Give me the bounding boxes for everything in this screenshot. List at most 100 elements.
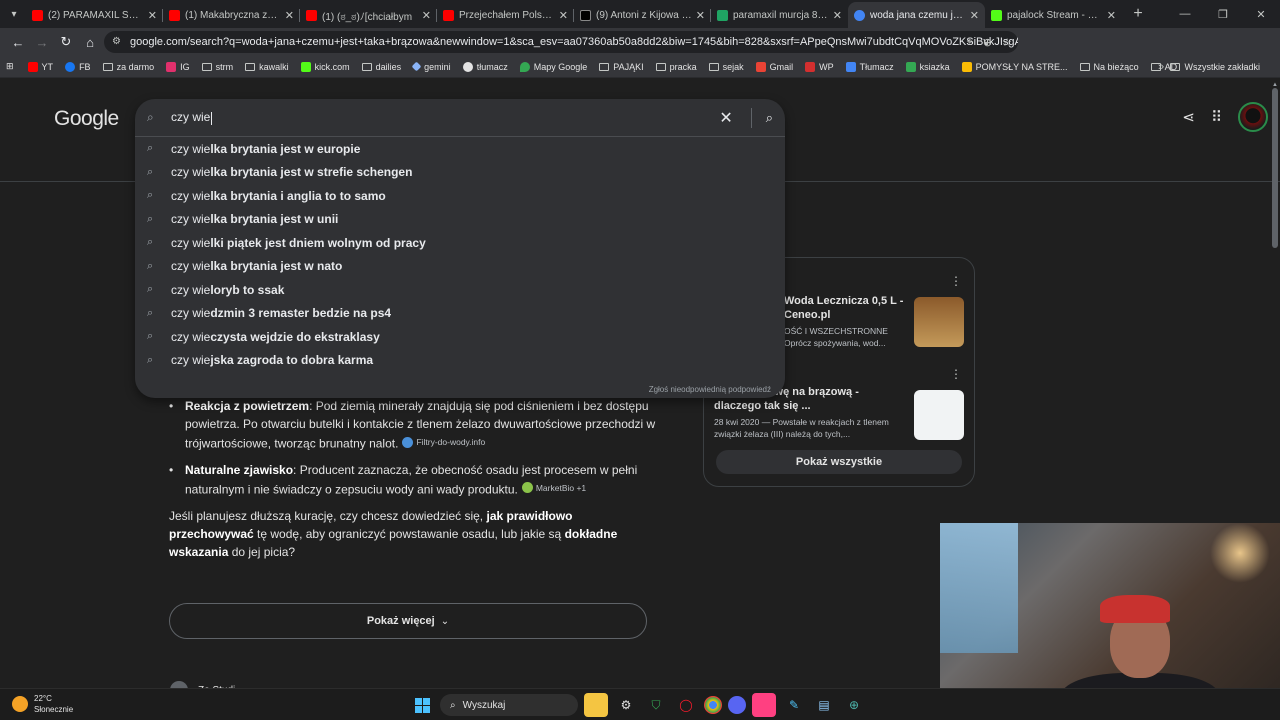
close-tab-icon[interactable]: ✕ — [696, 9, 705, 22]
suggestion-item[interactable]: ⌕ czy wie lka brytania jest w unii — [135, 208, 785, 232]
bookmark-ksiazka[interactable]: ksiazka — [905, 61, 950, 72]
tab-search-icon[interactable]: ▾ — [6, 6, 22, 22]
bookmarks-apps-icon[interactable]: ⊞ — [6, 61, 14, 72]
app-icon[interactable]: ⚙ — [614, 693, 638, 717]
bookmark-star-icon[interactable]: ☆ — [1002, 36, 1012, 49]
location-icon[interactable]: ⌖ — [967, 36, 973, 49]
tab-7-active[interactable]: woda jana czemu jest taka ✕ — [848, 2, 985, 28]
search-submit-icon[interactable]: ⌕ — [766, 110, 773, 126]
more-options-icon[interactable]: ⋮ — [950, 367, 962, 381]
chrome-icon[interactable] — [704, 696, 722, 714]
suggestion-item[interactable]: ⌕ czy wie czysta wejdzie do ekstraklasy — [135, 325, 785, 349]
globe-icon[interactable]: ⊕ — [842, 693, 866, 717]
suggestion-item[interactable]: ⌕ czy wie lki piątek jest dniem wolnym od … — [135, 231, 785, 255]
discord-icon[interactable] — [728, 696, 746, 714]
bookmark-tlumacz-google[interactable]: Tłumacz — [845, 61, 894, 72]
tab-6[interactable]: paramaxil murcja 80%.mp ✕ — [711, 2, 848, 28]
bookmark-pajaki[interactable]: PAJĄKI — [599, 62, 644, 72]
tab-4[interactable]: Przejechałem Polskę za 0 ✕ — [437, 2, 574, 28]
minimize-icon[interactable]: — — [1166, 0, 1204, 28]
suggestion-item[interactable]: ⌕ czy wie lka brytania jest w europie — [135, 137, 785, 161]
zoom-icon[interactable]: ⊕ — [983, 36, 992, 49]
bookmark-na-biezaco[interactable]: Na bieżąco — [1079, 62, 1139, 72]
show-more-button[interactable]: Pokaż więcej ⌄ — [169, 603, 647, 639]
suggestion-item[interactable]: ⌕ czy wie lka brytania jest w nato — [135, 255, 785, 279]
address-bar[interactable]: ⚙ google.com/search?q=woda+jana+czemu+je… — [104, 31, 1018, 53]
chevron-down-icon: ⌄ — [440, 615, 450, 627]
tab-3[interactable]: (1) (ಠ_ಠ)ﾉ[chciałbym ✕ — [300, 2, 437, 28]
search-suggestions-panel: ⌕ czy wie ✕ ⌕ ⌕ czy wie lka brytania jest … — [135, 99, 785, 398]
site-info-icon[interactable]: ⚙ — [112, 36, 124, 48]
bookmark-label: IG — [180, 61, 190, 72]
close-tab-icon[interactable]: ✕ — [422, 9, 431, 22]
reload-icon[interactable]: ↻ — [54, 30, 78, 54]
file-explorer-icon[interactable] — [584, 693, 608, 717]
forward-arrow-icon[interactable]: → — [30, 30, 54, 54]
tab-1[interactable]: (2) PARAMAXIL SZALOM ✕ — [26, 2, 163, 28]
suggestion-item[interactable]: ⌕ czy wie jska zagroda to dobra karma — [135, 349, 785, 373]
bookmark-gmail[interactable]: Gmail — [755, 61, 793, 72]
bullet-dot: • — [169, 462, 174, 477]
close-tab-icon[interactable]: ✕ — [1107, 9, 1116, 22]
bookmark-fb[interactable]: FB — [65, 61, 91, 72]
url-text[interactable]: google.com/search?q=woda+jana+czemu+jest… — [130, 36, 1018, 48]
google-logo[interactable]: Google — [54, 107, 119, 131]
opera-icon[interactable]: ◯ — [674, 693, 698, 717]
bookmark-tlumacz[interactable]: tłumacz — [462, 61, 508, 72]
share-icon[interactable]: ⋖ — [1182, 108, 1195, 126]
close-tab-icon[interactable]: ✕ — [970, 9, 979, 22]
bookmark-ig[interactable]: IG — [166, 61, 190, 72]
page-scrollbar[interactable] — [1272, 88, 1278, 248]
shield-icon[interactable]: ⛉ — [644, 693, 668, 717]
source-chip[interactable]: MarketBio +1 — [521, 479, 586, 497]
x-twitter-icon — [580, 9, 591, 21]
windows-start-icon[interactable] — [410, 693, 434, 717]
bookmark-yt[interactable]: YT — [27, 61, 53, 72]
tab-5[interactable]: (9) Antoni z Kijowa w serw ✕ — [574, 2, 711, 28]
app-icon[interactable] — [752, 693, 776, 717]
report-suggestion-link[interactable]: Zgłoś nieodpowiednią podpowiedź — [649, 385, 771, 394]
new-tab-icon[interactable]: + — [1126, 2, 1150, 26]
search-input[interactable]: czy wie — [171, 110, 719, 125]
maximize-icon[interactable]: ❐ — [1204, 0, 1242, 28]
bookmark-kawalki[interactable]: kawalki — [245, 62, 289, 72]
close-tab-icon[interactable]: ✕ — [285, 9, 294, 22]
suggestion-item[interactable]: ⌕ czy wie lka brytania jest w strefie sche… — [135, 161, 785, 185]
bookmark-sejak[interactable]: sejak — [708, 62, 744, 72]
suggestion-item[interactable]: ⌕ czy wie loryb to ssak — [135, 278, 785, 302]
show-all-button[interactable]: Pokaż wszystkie — [716, 450, 962, 474]
more-options-icon[interactable]: ⋮ — [950, 274, 962, 288]
weather-widget[interactable]: 22°C Słonecznie — [12, 693, 73, 715]
suggestion-item[interactable]: ⌕ czy wie lka brytania i anglia to to samo — [135, 184, 785, 208]
bookmark-pomysly[interactable]: POMYSŁY NA STRE... — [961, 61, 1068, 72]
bookmark-mapy[interactable]: Mapy Google — [519, 61, 587, 72]
clear-search-icon[interactable]: ✕ — [719, 108, 732, 128]
home-icon[interactable]: ⌂ — [78, 30, 102, 54]
close-tab-icon[interactable]: ✕ — [833, 9, 842, 22]
bookmark-za-darmo[interactable]: za darmo — [102, 62, 154, 72]
suggestion-item[interactable]: ⌕ czy wie dzmin 3 remaster bedzie na ps4 — [135, 302, 785, 326]
bookmarks-overflow-icon[interactable]: » — [1158, 61, 1164, 73]
close-window-icon[interactable]: ✕ — [1242, 0, 1280, 28]
bookmark-kick[interactable]: kick.com — [300, 61, 350, 72]
tab-2[interactable]: (1) Makabryczna zbrodnia ✕ — [163, 2, 300, 28]
bookmark-strm[interactable]: strm — [201, 62, 233, 72]
tab-8[interactable]: pajalock Stream - Watch ✕ — [985, 2, 1122, 28]
bookmark-gemini[interactable]: gemini — [411, 62, 451, 72]
all-bookmarks[interactable]: Wszystkie zakładki — [1170, 62, 1260, 72]
bookmark-wp[interactable]: WP — [805, 61, 834, 72]
taskbar-search[interactable]: ⌕ Wyszukaj — [440, 694, 578, 716]
weather-temperature: 22°C — [34, 694, 52, 703]
bookmark-dailies[interactable]: dailies — [361, 62, 401, 72]
google-apps-icon[interactable]: ⠿ — [1211, 108, 1222, 126]
bookmark-pracka[interactable]: pracka — [655, 62, 697, 72]
back-arrow-icon[interactable]: ← — [6, 30, 30, 54]
list-item: • Reakcja z powietrzem: Pod ziemią miner… — [169, 397, 659, 453]
notepad-icon[interactable]: ▤ — [812, 693, 836, 717]
close-tab-icon[interactable]: ✕ — [148, 9, 157, 22]
app-icon[interactable]: ✎ — [782, 693, 806, 717]
search-box[interactable]: ⌕ czy wie ✕ ⌕ — [135, 99, 785, 137]
source-chip[interactable]: Filtry-do-wody.info — [402, 433, 485, 451]
account-avatar[interactable] — [1238, 102, 1268, 132]
close-tab-icon[interactable]: ✕ — [559, 9, 568, 22]
